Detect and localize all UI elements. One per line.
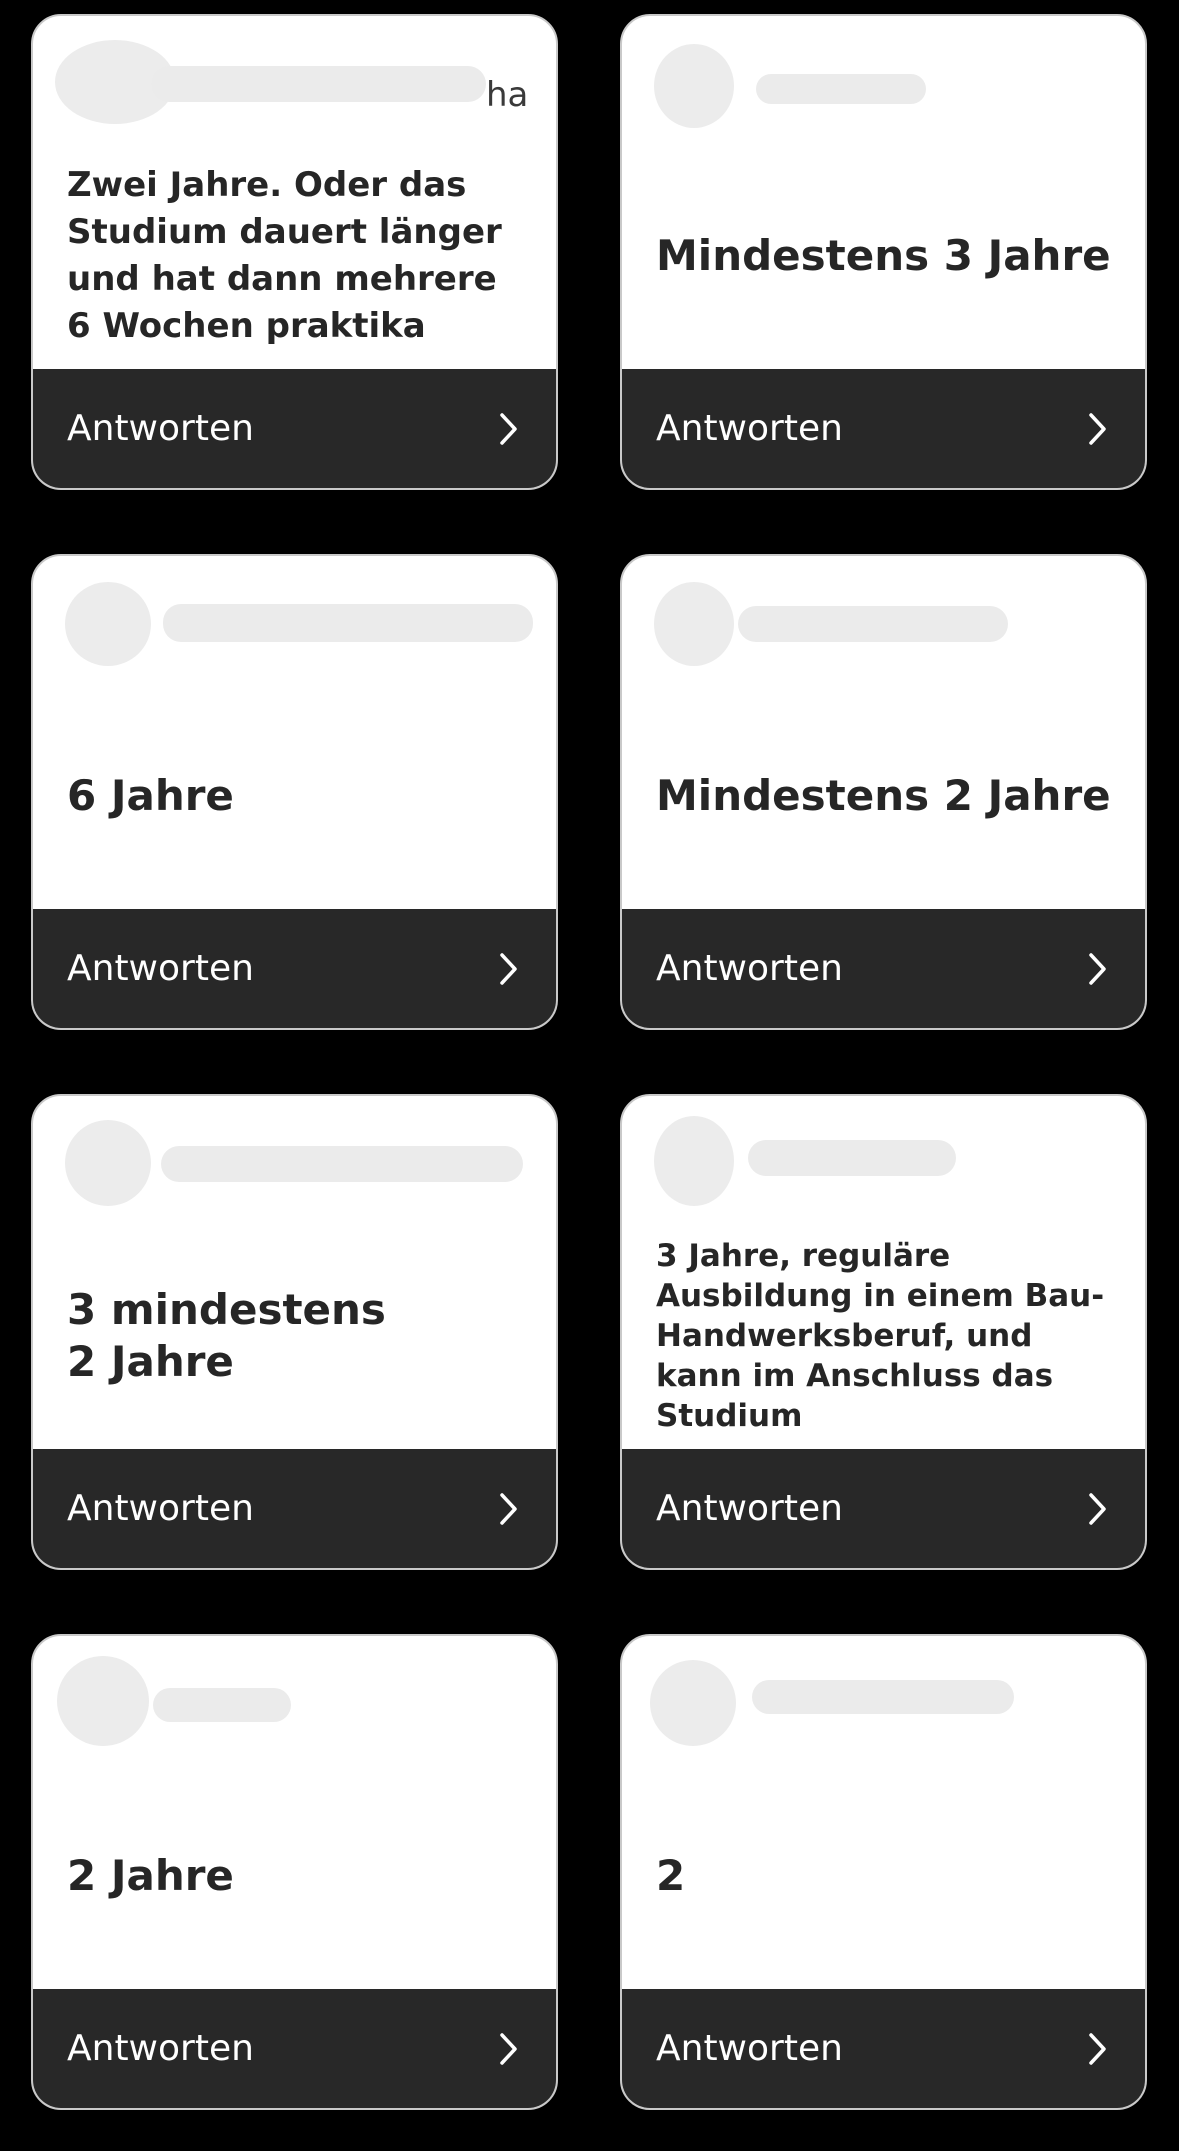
username-redacted <box>151 66 486 102</box>
answer-card[interactable]: 3 mindestens 2 Jahre Antworten <box>31 1094 558 1570</box>
card-body: Mindestens 3 Jahre <box>656 146 1111 366</box>
username-redacted <box>738 606 1008 642</box>
avatar[interactable] <box>654 1116 734 1206</box>
answer-card[interactable]: 2 Antworten <box>620 1634 1147 2110</box>
reply-button-label: Antworten <box>67 408 254 449</box>
card-header <box>33 1636 556 1756</box>
answer-text: 3 Jahre, reguläre Ausbildung in einem Ba… <box>656 1238 1105 1434</box>
chevron-right-icon <box>500 2032 517 2065</box>
username-visible-fragment: ha <box>486 75 529 115</box>
chevron-right-icon <box>500 1492 517 1525</box>
card-body: 6 Jahre <box>67 686 522 906</box>
reply-button-label: Antworten <box>656 2028 843 2069</box>
card-body: 3 Jahre, reguläre Ausbildung in einem Ba… <box>656 1226 1111 1446</box>
reply-button[interactable]: Antworten <box>33 1449 556 1568</box>
answer-text: Zwei Jahre. Oder das Studium dauert läng… <box>67 165 502 346</box>
card-body: 3 mindestens 2 Jahre <box>67 1226 522 1446</box>
card-header <box>622 556 1145 676</box>
reply-button-label: Antworten <box>656 408 843 449</box>
reply-button[interactable]: Antworten <box>33 909 556 1028</box>
chevron-right-icon <box>1089 2032 1106 2065</box>
username-redacted <box>153 1688 291 1722</box>
answer-card[interactable]: 3 Jahre, reguläre Ausbildung in einem Ba… <box>620 1094 1147 1570</box>
reply-button-label: Antworten <box>67 2028 254 2069</box>
card-header <box>622 1636 1145 1756</box>
answer-card[interactable]: 6 Jahre Antworten <box>31 554 558 1030</box>
answer-text: 2 <box>656 1851 686 1900</box>
reply-button[interactable]: Antworten <box>622 369 1145 488</box>
answer-text: Mindestens 3 Jahre <box>656 231 1111 280</box>
answer-card[interactable]: Mindestens 3 Jahre Antworten <box>620 14 1147 490</box>
reply-button-label: Antworten <box>656 1488 843 1529</box>
answer-text: Mindestens 2 Jahre <box>656 771 1111 820</box>
answer-text: 6 Jahre <box>67 771 234 820</box>
reply-button[interactable]: Antworten <box>622 1989 1145 2108</box>
card-header <box>33 1096 556 1216</box>
reply-button[interactable]: Antworten <box>33 1989 556 2108</box>
answer-text: 2 Jahre <box>67 1851 234 1900</box>
answer-card[interactable]: 2 Jahre Antworten <box>31 1634 558 2110</box>
card-header: ha <box>33 16 556 136</box>
card-body: 2 Jahre <box>67 1766 522 1986</box>
card-header <box>33 556 556 676</box>
card-header <box>622 1096 1145 1216</box>
reply-button-label: Antworten <box>67 948 254 989</box>
avatar[interactable] <box>654 582 734 666</box>
chevron-right-icon <box>1089 412 1106 445</box>
card-body: 2 <box>656 1766 1111 1986</box>
username-redacted <box>748 1140 956 1176</box>
reply-button[interactable]: Antworten <box>622 909 1145 1028</box>
username-redacted <box>163 604 533 642</box>
avatar[interactable] <box>57 1656 149 1746</box>
avatar[interactable] <box>650 1660 736 1746</box>
reply-button-label: Antworten <box>656 948 843 989</box>
avatar[interactable] <box>654 44 734 128</box>
username-redacted <box>756 74 926 104</box>
answer-card[interactable]: ha Zwei Jahre. Oder das Studium dauert l… <box>31 14 558 490</box>
card-header <box>622 16 1145 136</box>
reply-button[interactable]: Antworten <box>622 1449 1145 1568</box>
chevron-right-icon <box>1089 952 1106 985</box>
card-body: Zwei Jahre. Oder das Studium dauert läng… <box>67 146 522 366</box>
chevron-right-icon <box>1089 1492 1106 1525</box>
chevron-right-icon <box>500 952 517 985</box>
answer-card[interactable]: Mindestens 2 Jahre Antworten <box>620 554 1147 1030</box>
chevron-right-icon <box>500 412 517 445</box>
reply-button[interactable]: Antworten <box>33 369 556 488</box>
username-redacted <box>161 1146 523 1182</box>
avatar[interactable] <box>65 1120 151 1206</box>
reply-button-label: Antworten <box>67 1488 254 1529</box>
username-redacted <box>752 1680 1014 1714</box>
answer-grid: ha Zwei Jahre. Oder das Studium dauert l… <box>0 0 1179 2151</box>
avatar[interactable] <box>65 582 151 666</box>
card-body: Mindestens 2 Jahre <box>656 686 1111 906</box>
answer-text: 3 mindestens 2 Jahre <box>67 1285 386 1386</box>
